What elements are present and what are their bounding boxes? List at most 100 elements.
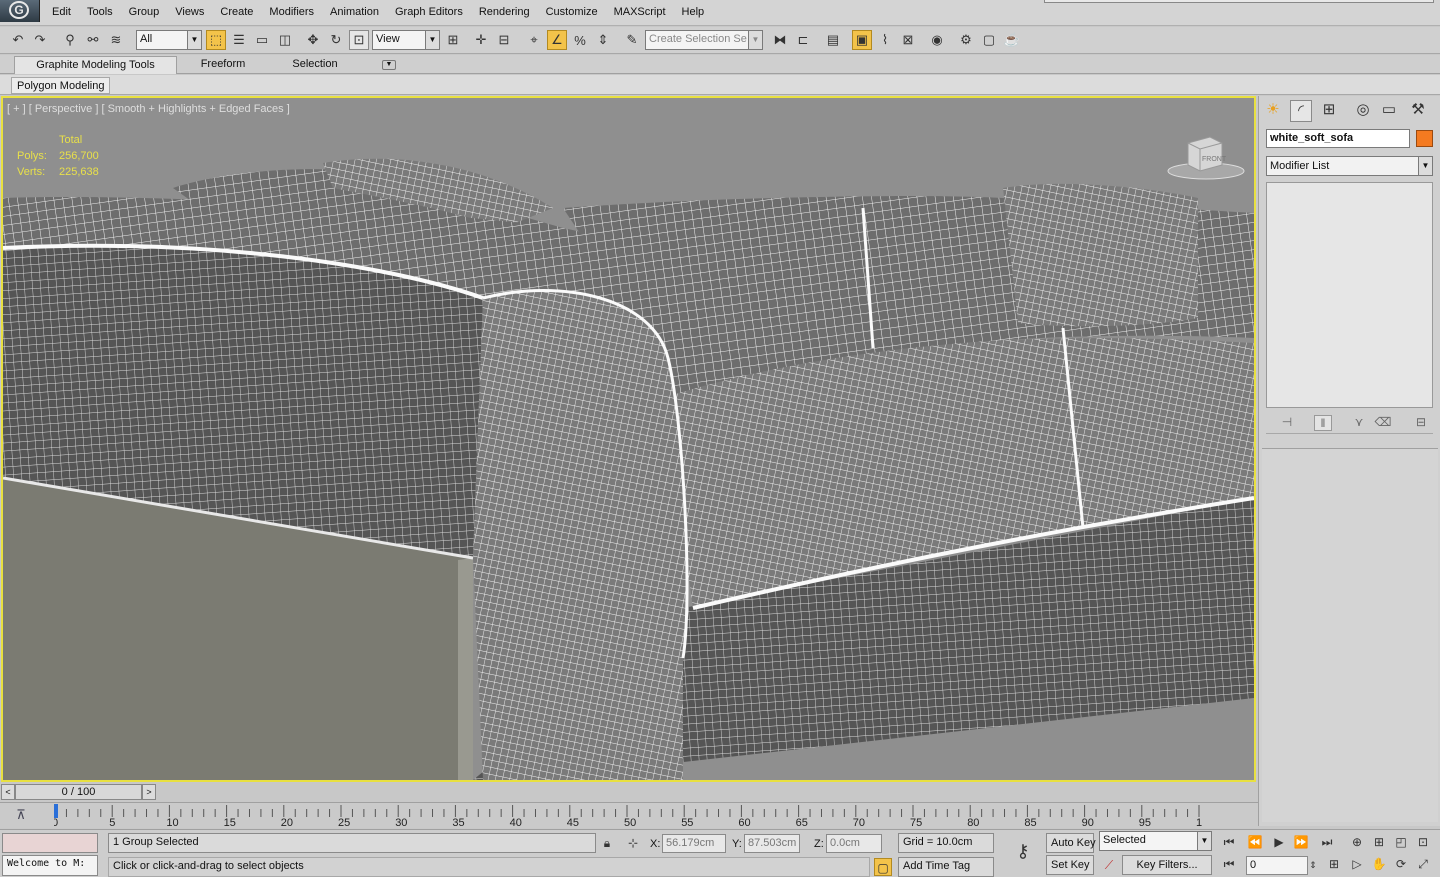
time-configuration-icon[interactable]: ⊞ <box>1325 855 1343 873</box>
modify-icon[interactable]: ◜ <box>1290 100 1312 122</box>
create-icon[interactable]: ☀ <box>1262 100 1284 122</box>
menu-help[interactable]: Help <box>674 6 713 18</box>
viewport-label[interactable]: [ + ] [ Perspective ] [ Smooth + Highlig… <box>7 103 290 115</box>
modifier-list-dropdown[interactable]: Modifier List ▼ <box>1266 156 1433 176</box>
go-to-start-icon[interactable]: ⏮ <box>1220 833 1238 851</box>
rect-region-icon[interactable]: ▭ <box>252 30 272 50</box>
track-bar[interactable]: ⊼ 0 5 10 15 20 25 30 35 40 45 50 55 60 65 70 75 80 85 90 95… <box>0 802 1258 829</box>
next-frame-icon[interactable]: ⏩ <box>1292 833 1310 851</box>
link-icon[interactable]: ⚲ <box>60 30 80 50</box>
select-by-name-icon[interactable]: ☰ <box>229 30 249 50</box>
time-slider-next-button[interactable]: > <box>142 784 156 800</box>
pin-stack-icon[interactable]: ⊣ <box>1278 415 1296 431</box>
track-bar-menu-icon[interactable]: ⊼ <box>12 807 30 825</box>
ribbon-dropdown-icon[interactable]: ▼ <box>382 60 396 70</box>
undo-icon[interactable]: ↶ <box>8 30 28 50</box>
modifier-stack[interactable] <box>1266 182 1433 408</box>
polygon-modeling-panel[interactable]: Polygon Modeling <box>11 77 111 94</box>
add-time-tag-button[interactable]: Add Time Tag <box>898 857 994 877</box>
menu-customize[interactable]: Customize <box>538 6 606 18</box>
field-of-view-icon[interactable]: ▷ <box>1348 855 1366 873</box>
key-mode-dropdown[interactable]: Selected ▼ <box>1099 831 1212 851</box>
move-icon[interactable]: ✥ <box>303 30 323 50</box>
previous-frame-icon[interactable]: ⏪ <box>1246 833 1264 851</box>
auto-key-button[interactable]: Auto Key <box>1046 833 1096 853</box>
key-filters-button[interactable]: Key Filters... <box>1122 855 1212 875</box>
layer-manager-icon[interactable]: ▤ <box>823 30 843 50</box>
configure-modifier-sets-icon[interactable]: ⊟ <box>1412 415 1430 431</box>
time-slider-thumb[interactable]: 0 / 100 <box>15 784 142 800</box>
material-editor-icon[interactable]: ◉ <box>927 30 947 50</box>
current-frame-marker[interactable] <box>54 804 58 818</box>
utilities-icon[interactable]: ⚒ <box>1407 100 1429 122</box>
pivot-icon[interactable]: ⊞ <box>443 30 463 50</box>
zoom-icon[interactable]: ⊕ <box>1348 833 1366 851</box>
display-icon[interactable]: ▭ <box>1378 100 1400 122</box>
menu-create[interactable]: Create <box>212 6 261 18</box>
reference-coord-dropdown[interactable]: View ▼ <box>372 30 440 50</box>
curve-editor-icon[interactable]: ⌇ <box>875 30 895 50</box>
play-icon[interactable]: ▶ <box>1270 833 1288 851</box>
zoom-extents-icon[interactable]: ◰ <box>1392 833 1410 851</box>
tab-freeform[interactable]: Freeform <box>178 56 268 74</box>
x-coordinate-field[interactable]: 56.179cm <box>662 834 726 853</box>
default-in-out-tangent-icon[interactable]: ⟋ <box>1100 856 1118 874</box>
render-icon[interactable]: ☕ <box>1002 30 1022 50</box>
menu-animation[interactable]: Animation <box>322 6 387 18</box>
key-mode-toggle-icon[interactable]: ⏮ <box>1220 855 1238 873</box>
search-field[interactable] <box>1044 0 1434 3</box>
graphite-toggle-icon[interactable]: ▣ <box>852 30 872 50</box>
menu-group[interactable]: Group <box>121 6 168 18</box>
menu-views[interactable]: Views <box>167 6 212 18</box>
percent-snap-icon[interactable]: % <box>570 30 590 50</box>
orbit-icon[interactable]: ⟳ <box>1392 855 1410 873</box>
render-setup-icon[interactable]: ⚙ <box>956 30 976 50</box>
time-slider-prev-button[interactable]: < <box>1 784 15 800</box>
spinner-snap-icon[interactable]: ⇕ <box>593 30 613 50</box>
zoom-extents-all-icon[interactable]: ⊡ <box>1414 833 1432 851</box>
menu-rendering[interactable]: Rendering <box>471 6 538 18</box>
bind-spacewarp-icon[interactable]: ≋ <box>106 30 126 50</box>
maximize-viewport-icon[interactable]: ⤢ <box>1414 855 1432 873</box>
angle-snap-icon[interactable]: ∠ <box>547 30 567 50</box>
menu-edit[interactable]: Edit <box>44 6 79 18</box>
rendered-frame-icon[interactable]: ▢ <box>979 30 999 50</box>
lock-icon[interactable]: 🔒︎ <box>598 834 616 852</box>
menu-tools[interactable]: Tools <box>79 6 121 18</box>
maxscript-mini-listener[interactable]: Welcome to M: <box>2 855 98 876</box>
redo-icon[interactable]: ↷ <box>30 30 50 50</box>
keyboard-shortcut-icon[interactable]: ⊟ <box>494 30 514 50</box>
snaps-icon[interactable]: ⌖ <box>524 30 544 50</box>
tab-selection[interactable]: Selection <box>270 56 360 74</box>
tab-graphite-modeling-tools[interactable]: Graphite Modeling Tools <box>14 56 177 74</box>
edit-named-selections-icon[interactable]: ✎ <box>622 30 642 50</box>
hierarchy-icon[interactable]: ⊞ <box>1318 100 1340 122</box>
frame-spinner-icon[interactable]: ⇕ <box>1308 856 1318 874</box>
menu-graph-editors[interactable]: Graph Editors <box>387 6 471 18</box>
application-button[interactable]: G <box>0 0 40 22</box>
perspective-viewport[interactable]: [ + ] [ Perspective ] [ Smooth + Highlig… <box>1 96 1256 782</box>
viewcube[interactable]: FRONT <box>1166 133 1246 183</box>
absolute-mode-icon[interactable]: ⊹ <box>624 834 642 852</box>
motion-icon[interactable]: ◎ <box>1352 100 1374 122</box>
menu-maxscript[interactable]: MAXScript <box>606 6 674 18</box>
zoom-all-icon[interactable]: ⊞ <box>1370 833 1388 851</box>
object-name-field[interactable]: white_soft_sofa <box>1266 129 1410 148</box>
schematic-icon[interactable]: ⊠ <box>898 30 918 50</box>
object-color-swatch[interactable] <box>1416 130 1433 147</box>
time-tag-icon[interactable]: ▢ <box>874 858 892 876</box>
rotate-icon[interactable]: ↻ <box>326 30 346 50</box>
unlink-icon[interactable]: ⚯ <box>83 30 103 50</box>
current-frame-field[interactable]: 0 <box>1246 856 1308 875</box>
set-key-mode-icon[interactable]: ⚷ <box>1008 842 1038 860</box>
pan-view-icon[interactable]: ✋ <box>1370 855 1388 873</box>
go-to-end-icon[interactable]: ⏭ <box>1318 833 1336 851</box>
select-object-icon[interactable]: ⬚ <box>206 30 226 50</box>
selection-filter-dropdown[interactable]: All ▼ <box>136 30 202 50</box>
select-manipulate-icon[interactable]: ✛ <box>471 30 491 50</box>
z-coordinate-field[interactable]: 0.0cm <box>826 834 882 853</box>
show-end-result-icon[interactable]: ‖ <box>1314 415 1332 431</box>
mirror-icon[interactable]: ⧓ <box>770 30 790 50</box>
maxscript-mini-listener-top[interactable] <box>2 833 98 853</box>
named-selection-dropdown[interactable]: Create Selection Se ▼ <box>645 30 763 50</box>
